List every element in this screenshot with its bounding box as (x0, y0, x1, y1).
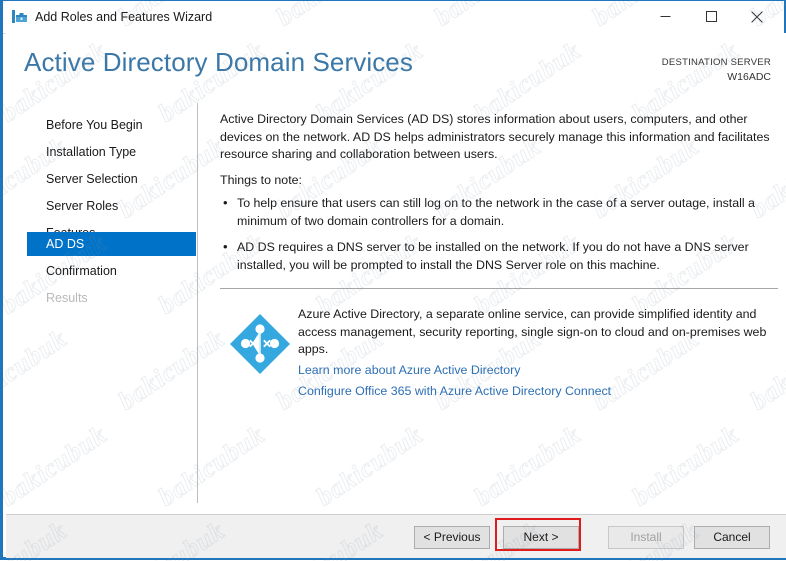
wizard-footer: < Previous Next > Install Cancel (6, 515, 786, 558)
window-title: Add Roles and Features Wizard (35, 10, 213, 24)
list-item: To help ensure that users can still log … (220, 194, 780, 230)
sidebar-item-installation-type[interactable]: Installation Type (27, 140, 196, 164)
install-button: Install (608, 526, 684, 549)
minimize-button[interactable] (642, 1, 688, 32)
sidebar-item-ad-ds[interactable]: AD DS (27, 232, 196, 256)
server-manager-icon (11, 8, 29, 26)
close-icon (751, 10, 763, 23)
wizard-body: Before You Begin Installation Type Serve… (6, 103, 786, 514)
destination-server-label: DESTINATION SERVER (661, 57, 771, 68)
link-configure-office-365[interactable]: Configure Office 365 with Azure Active D… (298, 384, 611, 398)
previous-button[interactable]: < Previous (414, 526, 490, 549)
next-button[interactable]: Next > (503, 526, 579, 549)
list-item: AD DS requires a DNS server to be instal… (220, 238, 780, 274)
link-learn-more-azure-ad[interactable]: Learn more about Azure Active Directory (298, 363, 520, 377)
maximize-button[interactable] (688, 1, 734, 32)
sidebar-item-results: Results (46, 291, 88, 305)
close-button[interactable] (734, 1, 780, 32)
section-divider (220, 288, 778, 289)
title-bar: Add Roles and Features Wizard (3, 1, 784, 34)
intro-paragraph: Active Directory Domain Services (AD DS)… (220, 112, 770, 161)
wizard-header: Active Directory Domain Services DESTINA… (6, 33, 786, 103)
cancel-button[interactable]: Cancel (694, 526, 770, 549)
wizard-step-nav: Before You Begin Installation Type Serve… (6, 103, 196, 514)
sidebar-item-confirmation[interactable]: Confirmation (27, 259, 196, 283)
destination-server-name: W16ADC (727, 71, 771, 83)
sidebar-divider (197, 103, 198, 503)
azure-active-directory-icon (229, 313, 291, 375)
sidebar-item-server-selection[interactable]: Server Selection (27, 167, 196, 191)
minimize-icon (660, 16, 670, 17)
sidebar-item-server-roles[interactable]: Server Roles (27, 194, 196, 218)
things-to-note-label: Things to note: (220, 173, 302, 187)
notes-list: To help ensure that users can still log … (220, 194, 780, 283)
sidebar-item-before-you-begin[interactable]: Before You Begin (27, 113, 196, 137)
page-title: Active Directory Domain Services (24, 47, 413, 77)
wizard-content: Active Directory Domain Services (AD DS)… (217, 103, 782, 514)
wizard-window: Add Roles and Features Wizard Active Dir… (0, 0, 786, 561)
azure-description: Azure Active Directory, a separate onlin… (298, 307, 767, 356)
maximize-icon (705, 11, 717, 22)
